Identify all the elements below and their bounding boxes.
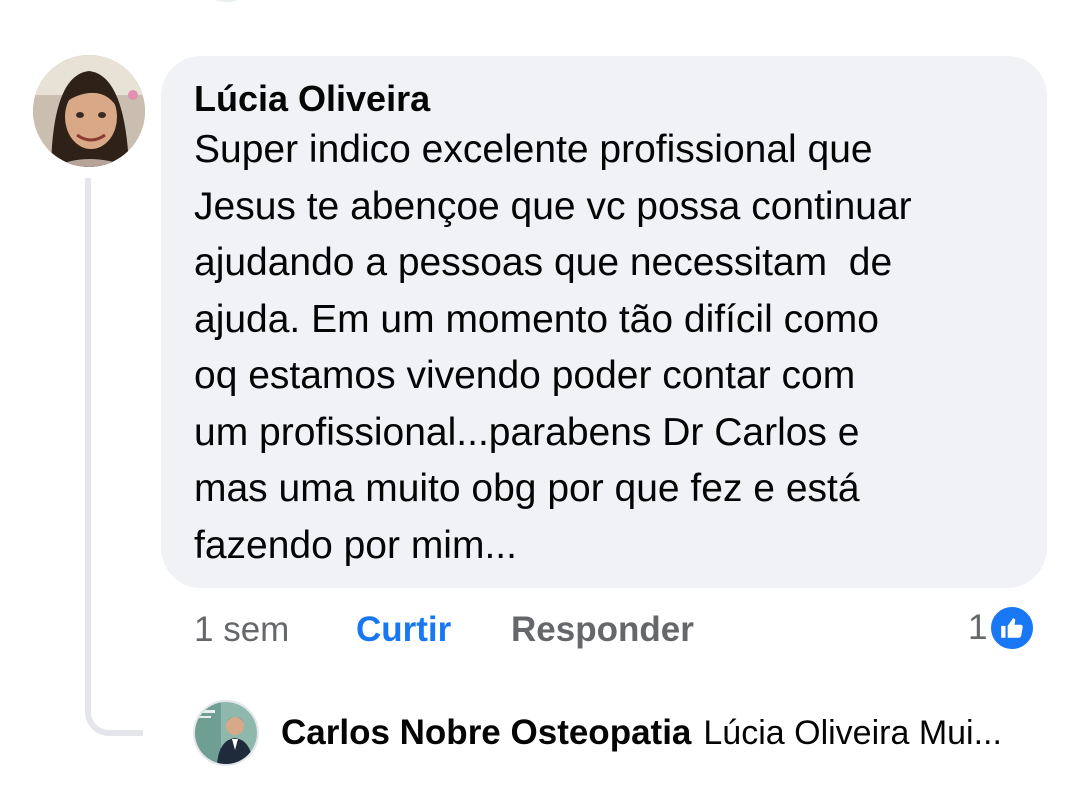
thumbs-up-icon <box>989 605 1036 651</box>
reaction-summary[interactable]: 1 <box>968 604 1036 652</box>
reaction-count: 1 <box>968 608 988 647</box>
reply-button[interactable]: Responder <box>511 610 694 650</box>
business-logo-icon <box>195 702 257 764</box>
reply-author[interactable]: Carlos Nobre Osteopatia <box>281 713 691 753</box>
reply-avatar[interactable] <box>193 700 259 766</box>
previous-comment-avatar[interactable] <box>195 0 257 2</box>
comment-text: Super indico excelente profissional que … <box>194 128 912 567</box>
thread-connector-line <box>85 178 143 736</box>
comment-bubble[interactable]: Lúcia Oliveira Super indico excelente pr… <box>161 56 1047 588</box>
comment-timestamp[interactable]: 1 sem <box>194 610 289 650</box>
reply-preview[interactable]: Carlos Nobre Osteopatia Lúcia Oliveira M… <box>193 698 1002 768</box>
comment-author[interactable]: Lúcia Oliveira <box>194 78 1017 120</box>
comment-actions: 1 sem Curtir Responder <box>194 608 694 652</box>
comment-thread: Lúcia Oliveira Super indico excelente pr… <box>0 0 1080 797</box>
user-photo-icon <box>33 55 145 167</box>
avatar[interactable] <box>33 55 145 167</box>
reply-snippet: Lúcia Oliveira Mui... <box>703 713 1002 752</box>
like-button[interactable]: Curtir <box>356 610 451 650</box>
